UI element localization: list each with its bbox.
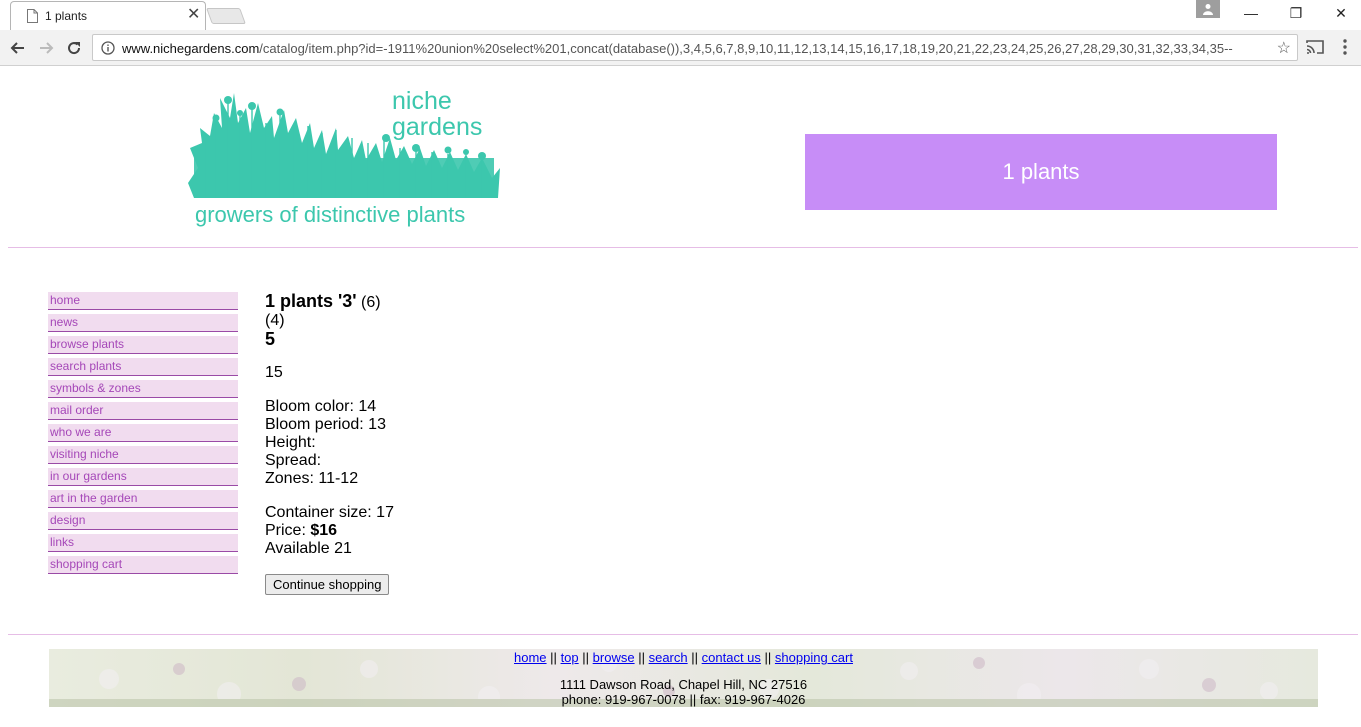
footer-address: 1111 Dawson Road, Chapel Hill, NC 27516 [559,677,808,692]
address-bar[interactable]: www.nichegardens.com/catalog/item.php?id… [92,34,1298,61]
sidebar-nav: home news browse plants search plants sy… [48,292,238,578]
product-description: 15 [265,364,283,381]
tab-close-icon[interactable]: ✕ [187,6,200,24]
price-label: Price: [265,522,306,539]
logo-tagline: growers of distinctive plants [195,202,466,227]
footer-phone: phone: 919-967-0078 || fax: 919-967-4026 [561,692,806,707]
reload-icon[interactable] [64,38,84,58]
footer-link-search[interactable]: search [649,650,688,665]
plant-zones: Zones: 11-12 [265,470,359,487]
minimize-icon[interactable]: — [1236,3,1266,23]
divider [8,247,1358,248]
info-icon[interactable] [101,41,115,55]
browser-tab[interactable]: 1 plants ✕ [10,1,206,30]
footer-address-block: 1111 Dawson Road, Chapel Hill, NC 27516 … [49,677,1318,707]
price: Price: $16 [265,522,665,540]
back-arrow-icon[interactable] [8,38,28,58]
bookmark-star-icon[interactable]: ☆ [1277,38,1291,58]
new-tab-button[interactable] [206,8,246,24]
continue-shopping-button[interactable]: Continue shopping [265,574,390,595]
sidebar-item-art-in-the-garden[interactable]: art in the garden [48,490,238,508]
sidebar-item-mail-order[interactable]: mail order [48,402,238,420]
forward-arrow-icon[interactable] [36,38,56,58]
sidebar-item-news[interactable]: news [48,314,238,332]
browser-toolbar: www.nichegardens.com/catalog/item.php?id… [0,30,1361,66]
footer-link-contact-us[interactable]: contact us [702,650,761,665]
footer-separator: || [550,650,557,665]
footer: home || top || browse || search || conta… [49,649,1318,707]
footer-separator: || [691,650,699,665]
page-title-banner: 1 plants [805,134,1277,210]
sidebar-item-shopping-cart[interactable]: shopping cart [48,556,238,574]
footer-link-browse[interactable]: browse [593,650,635,665]
sidebar-item-in-our-gardens[interactable]: in our gardens [48,468,238,486]
url-text: www.nichegardens.com/catalog/item.php?id… [122,41,1233,56]
footer-link-shopping-cart[interactable]: shopping cart [775,650,853,665]
sidebar-item-design[interactable]: design [48,512,238,530]
person-icon [1203,4,1213,15]
plant-spread: Spread: [265,452,322,469]
page-icon [27,9,38,23]
product-title-suffix: (6) [361,294,381,311]
footer-link-top[interactable]: top [561,650,579,665]
tab-title: 1 plants [45,9,88,23]
sidebar-item-symbols-zones[interactable]: symbols & zones [48,380,238,398]
cast-icon[interactable] [1305,39,1325,55]
sidebar-item-search-plants[interactable]: search plants [48,358,238,376]
footer-separator: || [582,650,590,665]
price-value: $16 [310,522,338,539]
sidebar-item-visiting-niche[interactable]: visiting niche [48,446,238,464]
sidebar-item-browse-plants[interactable]: browse plants [48,336,238,354]
tab-strip: 1 plants ✕ — ❐ ✕ [0,0,1361,30]
availability: Available 21 [265,540,352,557]
divider [8,634,1358,635]
product-title: 1 plants '3' [265,291,357,311]
footer-link-home[interactable]: home [514,650,547,665]
bloom-period: Bloom period: 13 [265,416,386,433]
plant-height: Height: [265,434,316,451]
menu-dots-icon[interactable] [1342,38,1348,56]
logo-text: niche gardens [392,87,483,141]
restore-icon[interactable]: ❐ [1281,3,1311,23]
product-line-2: (4) [265,312,285,329]
bloom-color: Bloom color: 14 [265,398,377,415]
product-line-3: 5 [265,329,276,349]
sidebar-item-who-we-are[interactable]: who we are [48,424,238,442]
sidebar-item-home[interactable]: home [48,292,238,310]
profile-button[interactable] [1196,0,1220,18]
container-size: Container size: 17 [265,504,394,521]
footer-links: home || top || browse || search || conta… [49,649,1318,665]
product-details: 1 plants '3' (6) (4) 5 15 Bloom color: 1… [265,292,665,595]
footer-separator: || [638,650,645,665]
footer-separator: || [764,650,772,665]
window-close-icon[interactable]: ✕ [1326,3,1356,23]
sidebar-item-links[interactable]: links [48,534,238,552]
